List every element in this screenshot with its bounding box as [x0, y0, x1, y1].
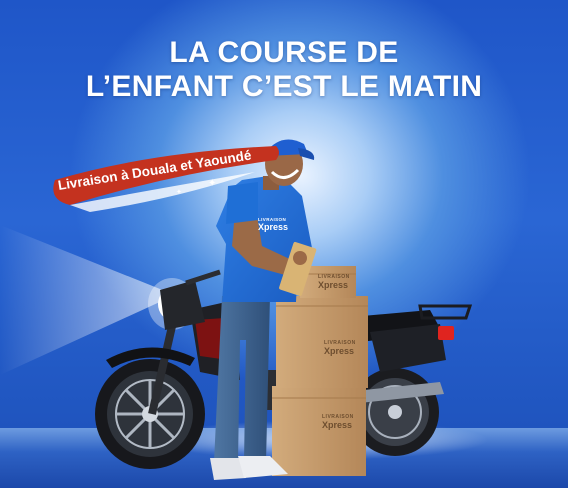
delivery-scene	[0, 139, 473, 480]
shirt-brand-name: Xpress	[258, 222, 289, 232]
poster: LA COURSE DE L’ENFANT C’EST LE MATIN Liv…	[0, 0, 568, 488]
box-brand-name: Xpress	[324, 346, 355, 356]
sparkle-icon: ✦	[208, 178, 217, 189]
box-brand-name: Xpress	[322, 420, 353, 430]
box-brand-name: Xpress	[318, 280, 349, 290]
box-brand-logo-top: LIVRAISON Xpress	[318, 274, 350, 290]
box-brand-logo-bottom: LIVRAISON Xpress	[322, 414, 354, 430]
box-brand-logo-middle: LIVRAISON Xpress	[324, 340, 356, 356]
shirt-brand-logo: LIVRAISON Xpress	[258, 217, 288, 232]
sparkle-icon: ✦	[176, 189, 182, 196]
